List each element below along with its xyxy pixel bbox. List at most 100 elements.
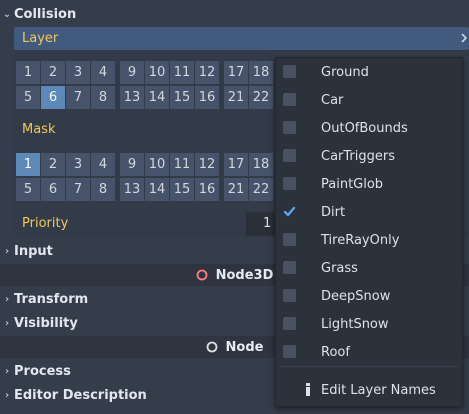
priority-value: 1 [263, 216, 272, 231]
mask-bit-13[interactable]: 13 [120, 178, 144, 201]
layer-option-lightsnow[interactable]: LightSnow [276, 310, 462, 338]
layer-option-ground[interactable]: Ground [276, 58, 462, 86]
unchecked-checkbox-icon [283, 345, 296, 358]
popup-separator [280, 366, 458, 367]
mask-bit-18[interactable]: 18 [249, 153, 273, 176]
layer-option-tirerayonly[interactable]: TireRayOnly [276, 226, 462, 254]
layer-bit-13[interactable]: 13 [120, 86, 144, 109]
mask-bit-22[interactable]: 22 [249, 178, 273, 201]
mask-bit-7[interactable]: 7 [66, 178, 90, 201]
layer-bit-5[interactable]: 5 [16, 86, 40, 109]
layer-bit-14[interactable]: 14 [145, 86, 169, 109]
layer-option-dirt[interactable]: Dirt [276, 198, 462, 226]
layer-bit-3[interactable]: 3 [66, 61, 90, 84]
layer-bit-1[interactable]: 1 [16, 61, 40, 84]
layer-option-label: CarTriggers [321, 148, 395, 164]
mask-bit-8[interactable]: 8 [91, 178, 115, 201]
layer-option-paintglob[interactable]: PaintGlob [276, 170, 462, 198]
layer-bit-6[interactable]: 6 [41, 86, 65, 109]
mask-label: Mask [22, 122, 56, 137]
unchecked-checkbox-icon [283, 121, 296, 134]
chevron-right-icon: › [4, 245, 10, 257]
mask-bit-9[interactable]: 9 [120, 153, 144, 176]
layer-bit-4[interactable]: 4 [91, 61, 115, 84]
mask-bit-17[interactable]: 17 [224, 153, 248, 176]
chevron-right-icon: › [4, 389, 10, 401]
unchecked-checkbox-icon [283, 317, 296, 330]
layer-option-outofbounds[interactable]: OutOfBounds [276, 114, 462, 142]
revert-icon [461, 33, 467, 43]
layer-option-deepsnow[interactable]: DeepSnow [276, 282, 462, 310]
layer-option-label: LightSnow [321, 316, 389, 332]
layer-bit-15[interactable]: 15 [170, 86, 194, 109]
collision-section-header[interactable]: ⌄ Collision [0, 2, 469, 26]
layer-option-label: TireRayOnly [321, 232, 400, 248]
mask-bit-10[interactable]: 10 [145, 153, 169, 176]
layer-names-popup: Ground Car OutOfBounds CarTriggers PaintGlob… [275, 57, 463, 407]
input-title: Input [14, 243, 53, 259]
layer-label: Layer [22, 31, 59, 46]
chevron-down-icon: ⌄ [2, 8, 12, 20]
transform-title: Transform [14, 291, 89, 307]
mask-bit-2[interactable]: 2 [41, 153, 65, 176]
layer-bit-11[interactable]: 11 [170, 61, 194, 84]
mask-bit-6[interactable]: 6 [41, 178, 65, 201]
layer-option-label: Grass [321, 260, 358, 276]
collision-title: Collision [14, 6, 77, 22]
chevron-right-icon: › [4, 317, 10, 329]
node3d-icon [196, 269, 208, 281]
chevron-right-icon: › [4, 293, 10, 305]
layer-option-label: PaintGlob [321, 176, 384, 192]
unchecked-checkbox-icon [283, 65, 296, 78]
layer-option-grass[interactable]: Grass [276, 254, 462, 282]
unchecked-checkbox-icon [283, 93, 296, 106]
mask-bit-4[interactable]: 4 [91, 153, 115, 176]
priority-spinbox[interactable]: 1 [246, 212, 276, 236]
unchecked-checkbox-icon [283, 233, 296, 246]
layer-bit-22[interactable]: 22 [249, 86, 273, 109]
layer-option-roof[interactable]: Roof [276, 338, 462, 366]
layer-bit-10[interactable]: 10 [145, 61, 169, 84]
node3d-title: Node3D [215, 267, 274, 283]
layer-bit-21[interactable]: 21 [224, 86, 248, 109]
mask-bit-21[interactable]: 21 [224, 178, 248, 201]
layer-option-car[interactable]: Car [276, 86, 462, 114]
priority-label: Priority [22, 216, 69, 231]
layer-bit-18[interactable]: 18 [249, 61, 273, 84]
mask-bit-1[interactable]: 1 [16, 153, 40, 176]
mask-bit-3[interactable]: 3 [66, 153, 90, 176]
unchecked-checkbox-icon [283, 149, 296, 162]
edit-layer-names-label: Edit Layer Names [321, 382, 436, 398]
mask-bit-11[interactable]: 11 [170, 153, 194, 176]
layer-bit-17[interactable]: 17 [224, 61, 248, 84]
layer-property[interactable]: Layer [14, 27, 469, 50]
mask-bit-16[interactable]: 16 [195, 178, 219, 201]
layer-bit-7[interactable]: 7 [66, 86, 90, 109]
checked-checkbox-icon [283, 205, 296, 218]
mask-bit-14[interactable]: 14 [145, 178, 169, 201]
layer-option-label: DeepSnow [321, 288, 391, 304]
layer-option-cartriggers[interactable]: CarTriggers [276, 142, 462, 170]
layer-option-label: Ground [321, 64, 369, 80]
mask-bit-5[interactable]: 5 [16, 178, 40, 201]
layer-bit-16[interactable]: 16 [195, 86, 219, 109]
edit-layer-names-item[interactable]: Edit Layer Names [276, 376, 462, 404]
node-icon [206, 341, 217, 353]
layer-option-label: Car [321, 92, 344, 108]
layer-bit-12[interactable]: 12 [195, 61, 219, 84]
layer-option-label: Dirt [321, 204, 346, 220]
mask-bit-15[interactable]: 15 [170, 178, 194, 201]
layer-bit-9[interactable]: 9 [120, 61, 144, 84]
visibility-title: Visibility [14, 315, 78, 331]
mask-bit-12[interactable]: 12 [195, 153, 219, 176]
node-title: Node [225, 339, 264, 355]
chevron-right-icon: › [4, 365, 10, 377]
layer-bit-8[interactable]: 8 [91, 86, 115, 109]
layer-option-label: OutOfBounds [321, 120, 408, 136]
layer-bit-2[interactable]: 2 [41, 61, 65, 84]
unchecked-checkbox-icon [283, 261, 296, 274]
unchecked-checkbox-icon [283, 177, 296, 190]
layer-option-label: Roof [321, 344, 350, 360]
unchecked-checkbox-icon [283, 289, 296, 302]
editor-description-title: Editor Description [14, 387, 147, 403]
